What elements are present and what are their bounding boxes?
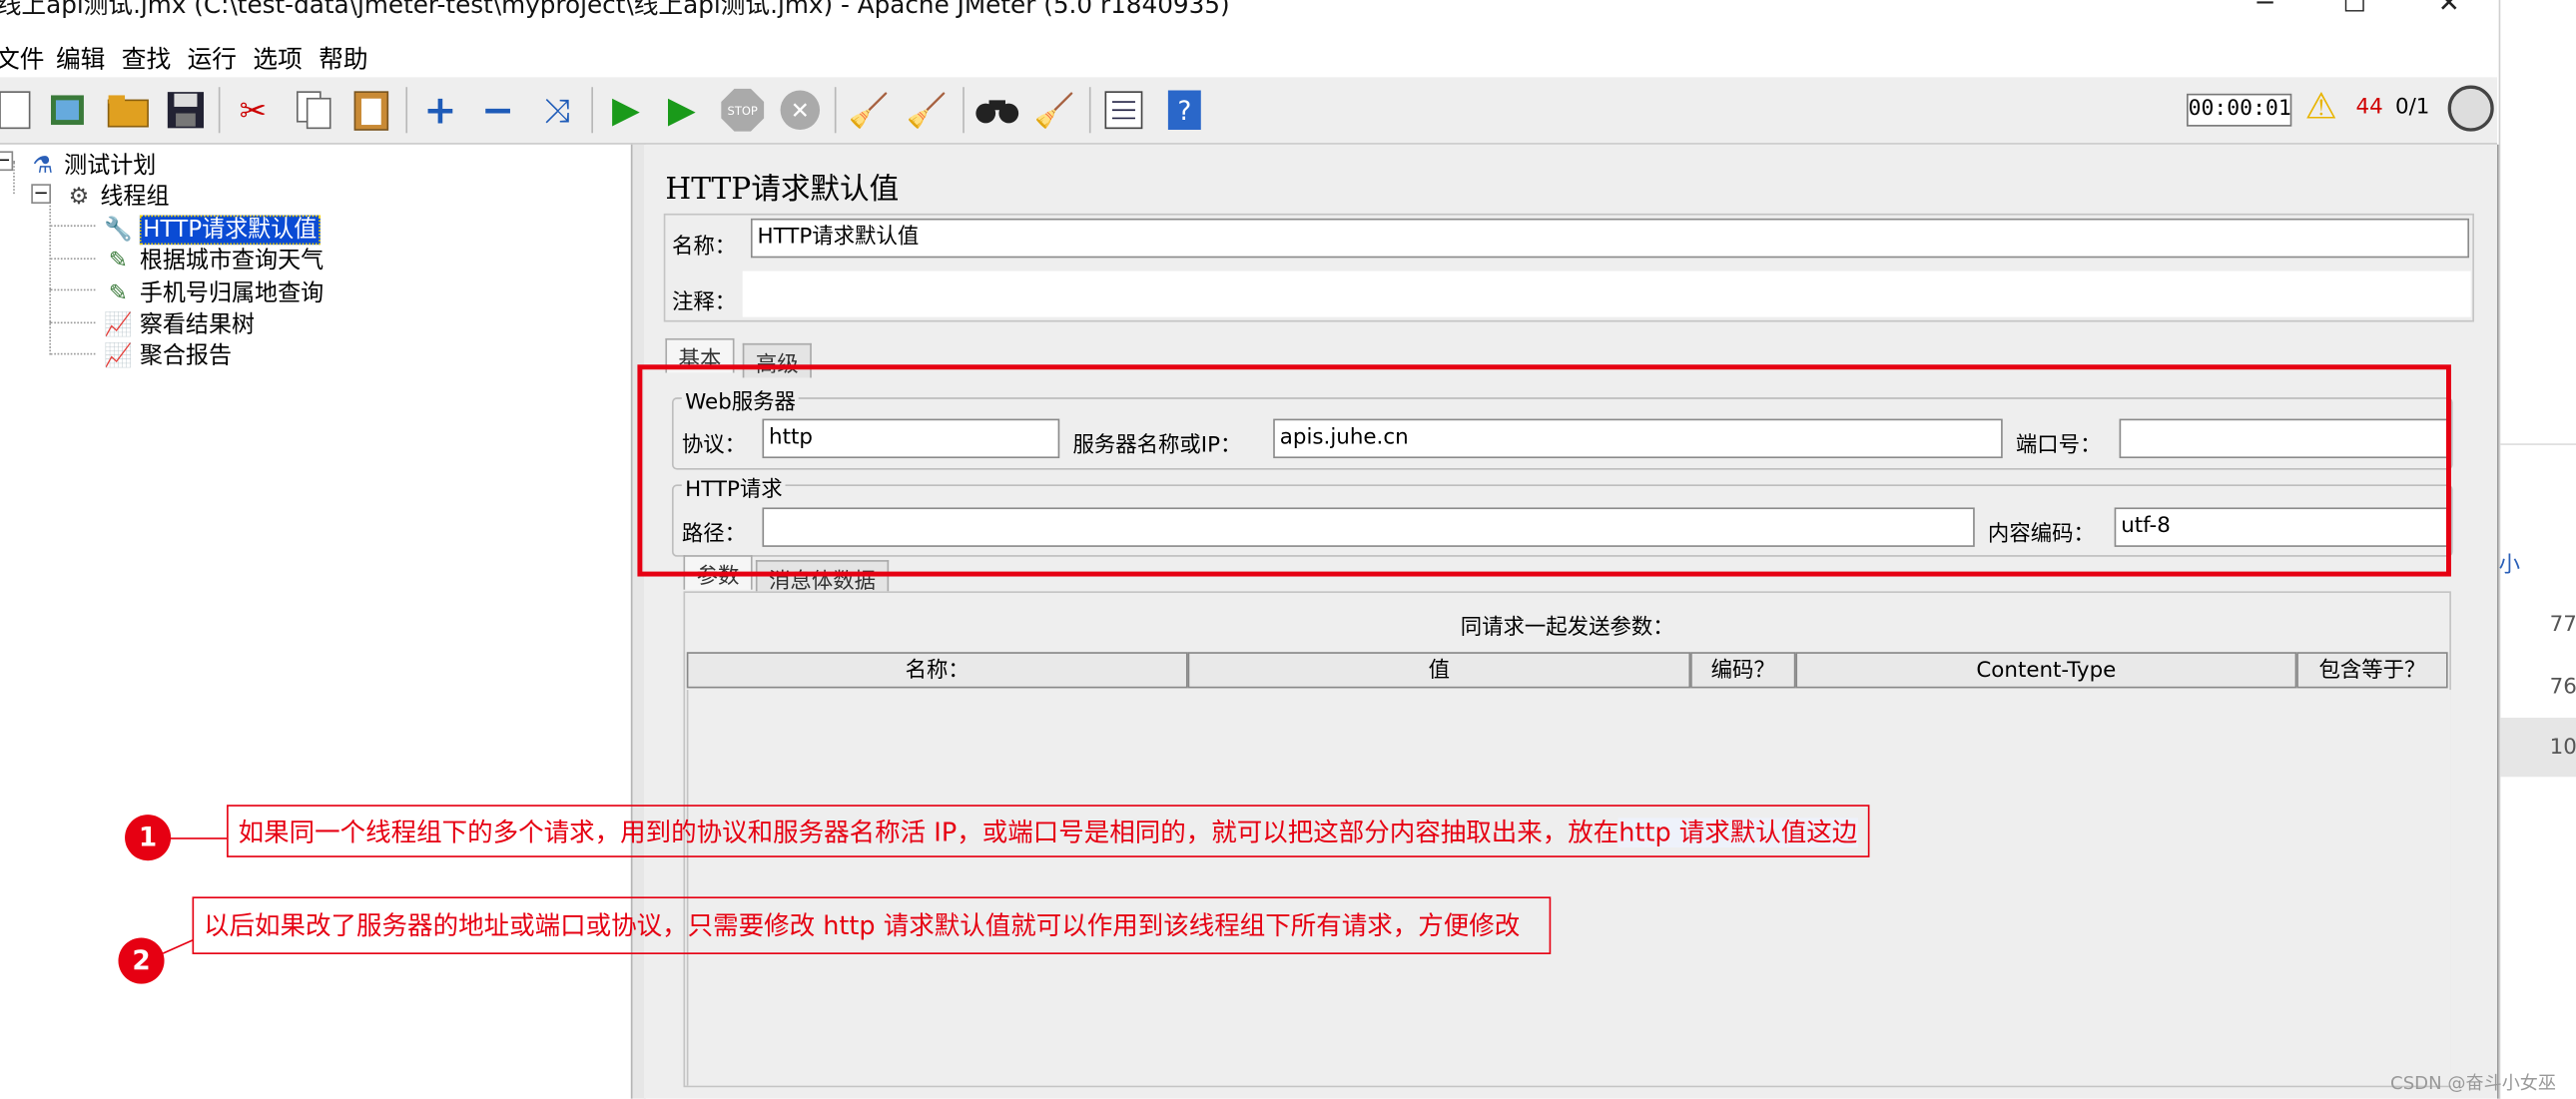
wrench-icon: 🔧	[104, 217, 133, 244]
col-name-header[interactable]: 名称：	[686, 652, 1188, 689]
close-button[interactable]: ✕	[2438, 0, 2460, 18]
menu-help[interactable]: 帮助	[319, 41, 367, 76]
tree-item-results-tree[interactable]: 📈 察看结果树	[102, 307, 255, 340]
graph-icon: 📈	[104, 311, 133, 338]
annotation-2-badge: 2	[118, 937, 165, 984]
annotation-1-badge: 1	[125, 815, 172, 861]
templates-icon[interactable]	[43, 86, 92, 135]
svg-text:✕: ✕	[791, 98, 810, 124]
save-icon[interactable]	[161, 86, 210, 135]
pipette-icon: ✎	[108, 280, 129, 307]
annotation-2-note: 以后如果改了服务器的地址或端口或协议，只需要修改 http 请求默认值就可以作用…	[192, 896, 1552, 954]
stop-icon[interactable]: STOP	[718, 86, 767, 135]
svg-text:STOP: STOP	[728, 104, 758, 118]
start-no-pause-icon[interactable]: ▶	[657, 86, 706, 135]
menu-file[interactable]: 文件	[0, 41, 44, 76]
active-threads: 0/1	[2394, 95, 2430, 121]
config-panel: HTTP请求默认值 名称： HTTP请求默认值 注释： 基本 高级 Web服务器…	[643, 144, 2501, 1099]
name-label: 名称：	[671, 235, 737, 260]
tree-item-http-defaults[interactable]: 🔧 HTTP请求默认值	[102, 212, 321, 246]
maximize-button[interactable]: ☐	[2342, 0, 2366, 18]
toolbar: ✂ + − ⤨ ▶ ▶ STOP ✕ 🧹 🧹 🧹 ? 00:00:01 ⚠ 44…	[0, 77, 2498, 145]
collapse-testplan-toggle[interactable]: −	[0, 151, 14, 172]
graph-icon: 📈	[104, 342, 133, 370]
search-icon[interactable]	[972, 86, 1021, 135]
parameters-table-body[interactable]	[686, 690, 2451, 1086]
collapse-all-icon[interactable]: −	[473, 86, 522, 135]
toggle-icon[interactable]: ⤨	[532, 86, 581, 135]
gear-icon: ⚙	[68, 184, 90, 211]
watermark: CSDN @奋斗小女巫	[2390, 1072, 2557, 1094]
collapse-threadgroup-toggle[interactable]: −	[31, 184, 52, 205]
tree-item-aggregate-report[interactable]: 📈 聚合报告	[102, 338, 232, 371]
new-icon[interactable]	[0, 86, 39, 135]
tree-item-test-plan[interactable]: ⚗ 测试计划	[26, 148, 156, 181]
shutdown-icon[interactable]: ✕	[776, 86, 825, 135]
tree-item-phone-query[interactable]: ✎ 手机号归属地查询	[102, 275, 323, 308]
col-value-header[interactable]: 值	[1187, 652, 1691, 689]
help-icon[interactable]: ?	[1160, 86, 1209, 135]
comment-field[interactable]	[742, 271, 2471, 317]
window-title: 线上api测试.jmx (C:\test-data\jmeter-test\my…	[0, 0, 1230, 20]
function-helper-icon[interactable]	[1099, 86, 1148, 135]
menu-bar: 文件 编辑 查找 运行 选项 帮助	[0, 36, 2498, 76]
col-content-type-header[interactable]: Content-Type	[1795, 652, 2297, 689]
background-number: 77	[2549, 612, 2576, 638]
background-number: 10	[2549, 736, 2576, 761]
flask-icon: ⚗	[32, 153, 54, 180]
warning-icon[interactable]: ⚠	[2304, 87, 2336, 128]
expand-all-icon[interactable]: +	[415, 86, 464, 135]
annotation-1-highlight: http 请求默认值这边	[1618, 818, 1858, 848]
name-comment-box: 名称： HTTP请求默认值 注释：	[663, 213, 2474, 322]
annotation-1-connector	[169, 837, 228, 839]
cut-icon[interactable]: ✂	[229, 86, 278, 135]
annotation-2-text: 以后如果改了服务器的地址或端口或协议，只需要修改 http 请求默认值就可以作用…	[204, 911, 1521, 941]
annotation-1-text: 如果同一个线程组下的多个请求，用到的协议和服务器名称活 IP，或端口号是相同的，…	[238, 818, 1619, 848]
tree-item-weather-query[interactable]: ✎ 根据城市查询天气	[102, 244, 323, 276]
paste-icon[interactable]	[346, 86, 395, 135]
run-status-icon	[2447, 85, 2494, 132]
background-number: 76	[2549, 675, 2576, 700]
start-icon[interactable]: ▶	[601, 86, 650, 135]
parameters-caption: 同请求一起发送参数：	[1460, 616, 1674, 641]
reset-search-icon[interactable]: 🧹	[1030, 86, 1079, 135]
tree-item-thread-group[interactable]: ⚙ 线程组	[63, 179, 170, 212]
window-titlebar: 线上api测试.jmx (C:\test-data\jmeter-test\my…	[0, 0, 2498, 24]
panel-title: HTTP请求默认值	[665, 172, 900, 208]
menu-options[interactable]: 选项	[253, 41, 302, 76]
name-field[interactable]: HTTP请求默认值	[750, 218, 2470, 259]
open-icon[interactable]	[104, 86, 153, 135]
col-include-equals-header[interactable]: 包含等于？	[2296, 652, 2448, 689]
elapsed-timer: 00:00:01	[2187, 93, 2292, 127]
highlight-box	[637, 364, 2451, 577]
clear-all-icon[interactable]: 🧹	[902, 86, 951, 135]
clear-icon[interactable]: 🧹	[845, 86, 894, 135]
menu-search[interactable]: 查找	[122, 41, 171, 76]
menu-run[interactable]: 运行	[188, 41, 237, 76]
pipette-icon: ✎	[108, 248, 129, 275]
comment-label: 注释：	[671, 290, 737, 315]
background-label: 小	[2498, 553, 2521, 579]
test-plan-tree: − − ⚗测试计划 ⚙线程组 🔧HTTP请求默认值 ✎根据城市查询天气 ✎手机号…	[0, 144, 631, 1099]
annotation-1-note: 如果同一个线程组下的多个请求，用到的协议和服务器名称活 IP，或端口号是相同的，…	[227, 805, 1869, 857]
copy-icon[interactable]	[290, 86, 338, 135]
svg-text:?: ?	[1177, 97, 1191, 127]
menu-edit[interactable]: 编辑	[56, 41, 105, 76]
col-encode-header[interactable]: 编码？	[1690, 652, 1796, 689]
minimize-button[interactable]: ─	[2257, 0, 2273, 18]
error-count: 44	[2355, 95, 2383, 121]
